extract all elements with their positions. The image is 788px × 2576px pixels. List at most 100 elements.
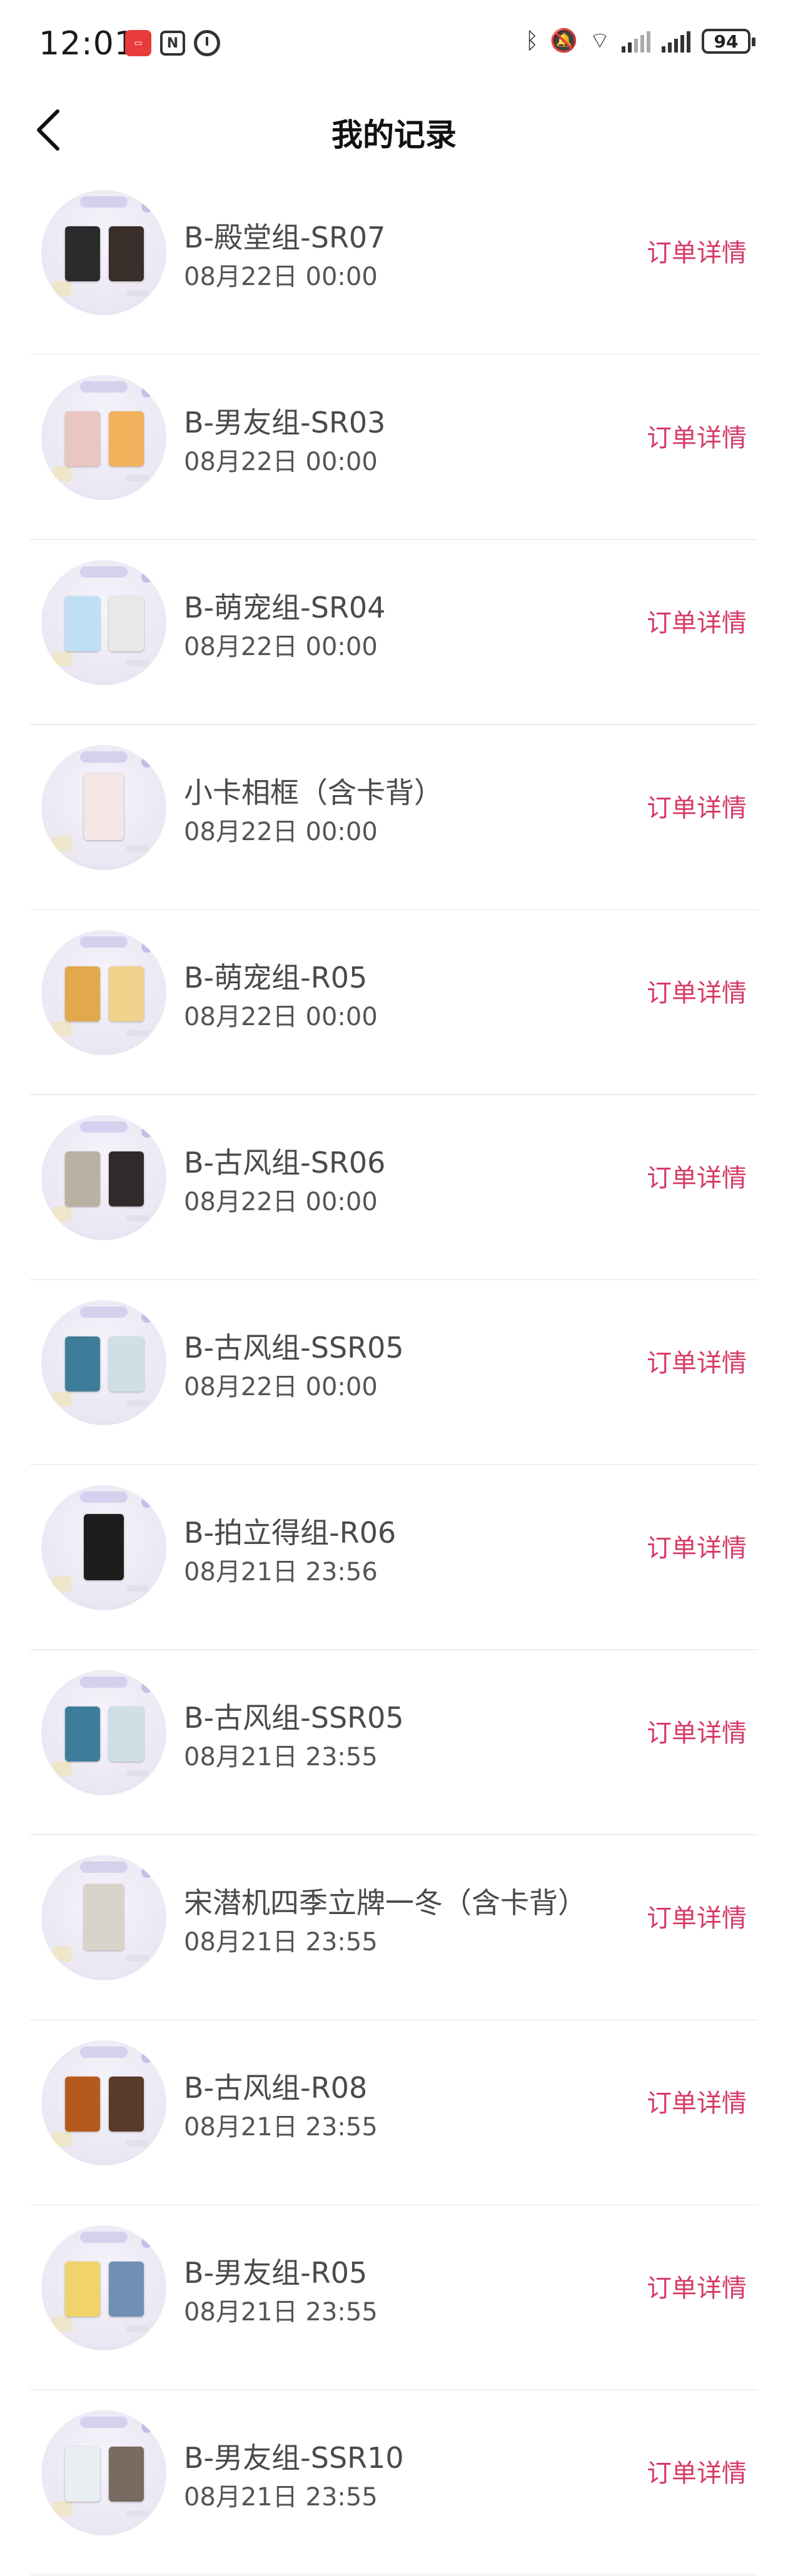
record-thumbnail: [41, 930, 166, 1055]
thumbnail-decoration: [53, 1391, 71, 1406]
record-row[interactable]: B-古风组-SSR05 08月22日 00:00 订单详情: [30, 1280, 758, 1465]
order-detail-link[interactable]: 订单详情: [647, 1158, 747, 1194]
record-row[interactable]: B-殿堂组-SR07 08月22日 00:00 订单详情: [30, 170, 758, 355]
card-image-back: [109, 596, 144, 651]
thumbnail-decoration: [126, 660, 149, 666]
thumbnail-decoration: [126, 1030, 149, 1036]
order-detail-link[interactable]: 订单详情: [647, 1528, 747, 1564]
record-row[interactable]: B-男友组-R05 08月21日 23:55 订单详情: [30, 2205, 758, 2390]
card-image-front: [65, 2077, 100, 2132]
record-row[interactable]: B-古风组-R08 08月21日 23:55 订单详情: [30, 2020, 758, 2205]
status-right-icons: ᛒ 🔕 ⌔ 94: [525, 28, 755, 54]
card-image: [84, 1514, 124, 1580]
thumbnail-decoration: [80, 936, 128, 948]
card-image-back: [109, 2447, 144, 2502]
thumbnail-decoration: [80, 2417, 128, 2428]
record-date: 08月22日 00:00: [184, 818, 378, 846]
order-detail-link[interactable]: 订单详情: [647, 2268, 747, 2304]
thumbnail-decoration: [141, 386, 153, 398]
thumbnail-decoration: [80, 1306, 128, 1318]
record-date: 08月21日 23:56: [184, 1558, 378, 1586]
record-row[interactable]: B-萌宠组-R05 08月22日 00:00 订单详情: [30, 910, 758, 1095]
record-date: 08月22日 00:00: [184, 448, 378, 476]
thumbnail-decoration: [126, 1770, 149, 1777]
record-title: B-男友组-SSR10: [184, 2441, 404, 2475]
red-app-badge-icon: ▭: [125, 30, 151, 56]
record-row[interactable]: B-拍立得组-R06 08月21日 23:56 订单详情: [30, 1465, 758, 1650]
record-thumbnail: [41, 560, 166, 685]
order-detail-link[interactable]: 订单详情: [647, 2083, 747, 2119]
thumbnail-decoration: [126, 2510, 149, 2517]
mute-icon: 🔕: [550, 28, 578, 54]
card-image-front: [65, 226, 100, 281]
record-row[interactable]: B-男友组-SR03 08月22日 00:00 订单详情: [30, 355, 758, 540]
order-detail-link[interactable]: 订单详情: [647, 233, 747, 269]
thumbnail-decoration: [141, 756, 153, 768]
thumbnail-decoration: [141, 1496, 153, 1508]
card-image-back: [109, 1151, 144, 1206]
card-image-front: [65, 1706, 100, 1762]
order-detail-link[interactable]: 订单详情: [647, 973, 747, 1009]
card-image-front: [65, 1151, 100, 1206]
thumbnail-decoration: [53, 1021, 71, 1036]
status-bar: 12:01 ▭ N ᛒ 🔕 ⌔ 94: [0, 0, 788, 88]
thumbnail-decoration: [126, 2325, 149, 2332]
thumbnail-decoration: [53, 2132, 71, 2147]
record-row[interactable]: 小卡相框（含卡背） 08月22日 00:00 订单详情: [30, 725, 758, 910]
record-thumbnail: [41, 1670, 166, 1795]
record-thumbnail: [41, 375, 166, 500]
signal-icon: [622, 30, 650, 53]
page-title: 我的记录: [331, 117, 457, 153]
record-thumbnail: [41, 190, 166, 315]
thumbnail-decoration: [141, 1681, 153, 1693]
thumbnail-decoration: [80, 1676, 128, 1688]
card-image-back: [109, 1336, 144, 1391]
record-thumbnail: [41, 2410, 166, 2535]
record-thumbnail: [41, 1115, 166, 1240]
record-row[interactable]: B-古风组-SSR05 08月21日 23:55 订单详情: [30, 1650, 758, 1835]
thumbnail-decoration: [80, 1862, 128, 1873]
record-row[interactable]: B-萌宠组-SR04 08月22日 00:00 订单详情: [30, 540, 758, 725]
thumbnail-decoration: [80, 1121, 128, 1133]
record-row[interactable]: 宋潜机四季立牌一冬（含卡背） 08月21日 23:55 订单详情: [30, 1835, 758, 2020]
record-thumbnail: [41, 2225, 166, 2350]
record-thumbnail: [41, 1485, 166, 1610]
order-detail-link[interactable]: 订单详情: [647, 2453, 747, 2489]
order-detail-link[interactable]: 订单详情: [647, 1713, 747, 1749]
record-title: B-男友组-R05: [184, 2256, 368, 2290]
order-detail-link[interactable]: 订单详情: [647, 1898, 747, 1934]
thumbnail-decoration: [126, 2140, 149, 2147]
record-title: 小卡相框（含卡背）: [184, 776, 443, 809]
record-thumbnail: [41, 745, 166, 870]
order-detail-link[interactable]: 订单详情: [647, 418, 747, 454]
card-image: [84, 774, 124, 840]
thumbnail-decoration: [53, 1206, 71, 1221]
record-title: B-古风组-R08: [184, 2071, 368, 2105]
thumbnail-decoration: [126, 475, 149, 481]
thumbnail-decoration: [141, 201, 153, 213]
thumbnail-decoration: [80, 2047, 128, 2058]
thumbnail-decoration: [53, 466, 71, 481]
thumbnail-decoration: [141, 2052, 153, 2063]
order-detail-link[interactable]: 订单详情: [647, 603, 747, 639]
thumbnail-decoration: [80, 196, 128, 208]
record-title: B-古风组-SSR05: [184, 1701, 404, 1735]
thumbnail-decoration: [53, 1947, 71, 1962]
thumbnail-decoration: [53, 1762, 71, 1777]
order-detail-link[interactable]: 订单详情: [647, 788, 747, 824]
thumbnail-decoration: [126, 1215, 149, 1221]
order-detail-link[interactable]: 订单详情: [647, 1343, 747, 1379]
status-time: 12:01: [39, 25, 136, 63]
status-left-icons: ▭ N: [125, 30, 220, 56]
record-title: B-殿堂组-SR07: [184, 221, 386, 254]
record-title: B-古风组-SSR05: [184, 1331, 404, 1365]
card-image-back: [109, 411, 144, 466]
thumbnail-decoration: [126, 1585, 149, 1591]
thumbnail-decoration: [80, 2232, 128, 2243]
record-date: 08月21日 23:55: [184, 1743, 378, 1772]
record-date: 08月22日 00:00: [184, 263, 378, 291]
record-row[interactable]: B-男友组-SSR10 08月21日 23:55 订单详情: [30, 2390, 758, 2575]
record-row[interactable]: B-古风组-SR06 08月22日 00:00 订单详情: [30, 1095, 758, 1280]
thumbnail-decoration: [141, 1311, 153, 1323]
thumbnail-decoration: [53, 1576, 71, 1591]
